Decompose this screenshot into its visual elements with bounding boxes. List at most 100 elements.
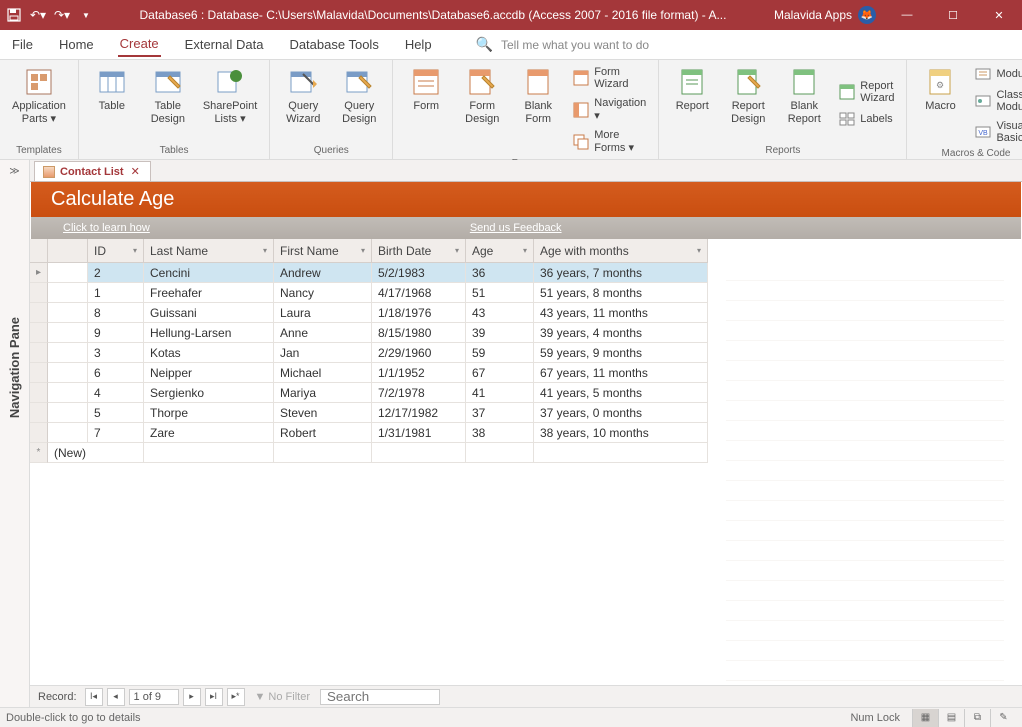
cell-age[interactable]: 38 <box>466 423 534 443</box>
cell-id[interactable]: 6 <box>88 363 144 383</box>
form-button[interactable]: Form <box>401 64 451 156</box>
cell-age-months[interactable]: 37 years, 0 months <box>534 403 708 423</box>
row-selector[interactable] <box>30 383 48 403</box>
tell-me[interactable]: 🔍 Tell me what you want to do <box>476 36 650 53</box>
tab-database-tools[interactable]: Database Tools <box>287 33 380 56</box>
qat-customize-icon[interactable]: ▼ <box>78 7 94 23</box>
cell-id[interactable]: 5 <box>88 403 144 423</box>
table-button[interactable]: Table <box>87 64 137 143</box>
cell-last-name[interactable]: Freehafer <box>144 283 274 303</box>
close-button[interactable]: ✕ <box>976 0 1022 30</box>
visual-basic-button[interactable]: VBVisual Basic <box>971 118 1022 146</box>
class-module-button[interactable]: Class Module <box>971 87 1022 115</box>
cell-age-months[interactable]: 43 years, 11 months <box>534 303 708 323</box>
search-input[interactable] <box>320 689 440 705</box>
cell-age-months[interactable]: 67 years, 11 months <box>534 363 708 383</box>
form-view-button[interactable]: ▦ <box>912 709 938 727</box>
cell-last-name[interactable]: Neipper <box>144 363 274 383</box>
cell-age[interactable]: 51 <box>466 283 534 303</box>
cell-id[interactable]: 9 <box>88 323 144 343</box>
cell-age[interactable]: 36 <box>466 263 534 283</box>
cell-age-months[interactable]: 36 years, 7 months <box>534 263 708 283</box>
row-selector[interactable] <box>30 323 48 343</box>
form-wizard-button[interactable]: Form Wizard <box>569 64 650 92</box>
cell-birth-date[interactable]: 4/17/1968 <box>372 283 466 303</box>
blank-report-button[interactable]: Blank Report <box>779 64 829 143</box>
cell-age-months[interactable]: 51 years, 8 months <box>534 283 708 303</box>
minimize-button[interactable]: ― <box>884 0 930 30</box>
prev-record-button[interactable]: ◂ <box>107 688 125 706</box>
cell-empty[interactable] <box>372 443 466 463</box>
tab-home[interactable]: Home <box>57 33 96 56</box>
layout-view-button[interactable]: ⧉ <box>964 709 990 727</box>
cell-empty[interactable] <box>144 443 274 463</box>
expand-cell[interactable] <box>48 323 88 343</box>
new-row-selector[interactable]: * <box>30 443 48 463</box>
expand-cell[interactable] <box>48 343 88 363</box>
cell-last-name[interactable]: Hellung-Larsen <box>144 323 274 343</box>
col-id[interactable]: ID▾ <box>88 239 144 263</box>
row-selector[interactable]: ▸ <box>30 263 48 283</box>
cell-id[interactable]: 8 <box>88 303 144 323</box>
cell-first-name[interactable]: Jan <box>274 343 372 363</box>
cell-age[interactable]: 59 <box>466 343 534 363</box>
query-wizard-button[interactable]: Query Wizard <box>278 64 328 143</box>
cell-first-name[interactable]: Mariya <box>274 383 372 403</box>
col-last-name[interactable]: Last Name▾ <box>144 239 274 263</box>
tab-create[interactable]: Create <box>118 32 161 57</box>
cell-first-name[interactable]: Anne <box>274 323 372 343</box>
cell-birth-date[interactable]: 7/2/1978 <box>372 383 466 403</box>
cell-id[interactable]: 3 <box>88 343 144 363</box>
cell-birth-date[interactable]: 1/31/1981 <box>372 423 466 443</box>
cell-age-months[interactable]: 41 years, 5 months <box>534 383 708 403</box>
brand-label[interactable]: Malavida Apps 🦊 <box>766 6 884 24</box>
datasheet-view-button[interactable]: ▤ <box>938 709 964 727</box>
save-icon[interactable] <box>6 7 22 23</box>
undo-icon[interactable]: ↶▾ <box>30 7 46 23</box>
cell-first-name[interactable]: Nancy <box>274 283 372 303</box>
table-design-button[interactable]: Table Design <box>143 64 193 143</box>
cell-id[interactable]: 2 <box>88 263 144 283</box>
cell-empty[interactable] <box>534 443 708 463</box>
row-selector[interactable] <box>30 303 48 323</box>
expand-pane-icon[interactable]: ≫ <box>9 166 19 177</box>
row-selector[interactable] <box>30 283 48 303</box>
cell-empty[interactable] <box>274 443 372 463</box>
filter-indicator[interactable]: ▼No Filter <box>249 691 316 703</box>
expand-cell[interactable] <box>48 403 88 423</box>
cell-age-months[interactable]: 39 years, 4 months <box>534 323 708 343</box>
cell-first-name[interactable]: Andrew <box>274 263 372 283</box>
row-header-blank[interactable] <box>48 239 88 263</box>
query-design-button[interactable]: Query Design <box>334 64 384 143</box>
macro-button[interactable]: ⚙Macro <box>915 64 965 146</box>
last-record-button[interactable]: ▸I <box>205 688 223 706</box>
cell-first-name[interactable]: Steven <box>274 403 372 423</box>
blank-form-button[interactable]: Blank Form <box>513 64 563 156</box>
redo-icon[interactable]: ↷▾ <box>54 7 70 23</box>
cell-birth-date[interactable]: 2/29/1960 <box>372 343 466 363</box>
report-button[interactable]: Report <box>667 64 717 143</box>
link-learn-how[interactable]: Click to learn how <box>63 222 150 234</box>
tab-contact-list[interactable]: Contact List ✕ <box>34 161 151 181</box>
cell-last-name[interactable]: Sergienko <box>144 383 274 403</box>
next-record-button[interactable]: ▸ <box>183 688 201 706</box>
navigation-pane-collapsed[interactable]: ≫ Navigation Pane <box>0 160 30 707</box>
expand-cell[interactable] <box>48 423 88 443</box>
more-forms-button[interactable]: More Forms ▾ <box>569 127 650 156</box>
labels-button[interactable]: Labels <box>835 109 898 129</box>
expand-cell[interactable] <box>48 263 88 283</box>
cell-empty[interactable] <box>466 443 534 463</box>
cell-age[interactable]: 37 <box>466 403 534 423</box>
form-design-button[interactable]: Form Design <box>457 64 507 156</box>
link-feedback[interactable]: Send us Feedback <box>470 222 562 234</box>
row-selector[interactable] <box>30 403 48 423</box>
cell-first-name[interactable]: Michael <box>274 363 372 383</box>
application-parts-button[interactable]: Application Parts ▾ <box>8 64 70 143</box>
cell-age-months[interactable]: 59 years, 9 months <box>534 343 708 363</box>
select-all-cell[interactable] <box>30 239 48 263</box>
tab-file[interactable]: File <box>10 33 35 56</box>
report-wizard-button[interactable]: Report Wizard <box>835 78 898 106</box>
report-design-button[interactable]: Report Design <box>723 64 773 143</box>
col-birth-date[interactable]: Birth Date▾ <box>372 239 466 263</box>
record-position[interactable]: 1 of 9 <box>129 689 179 705</box>
